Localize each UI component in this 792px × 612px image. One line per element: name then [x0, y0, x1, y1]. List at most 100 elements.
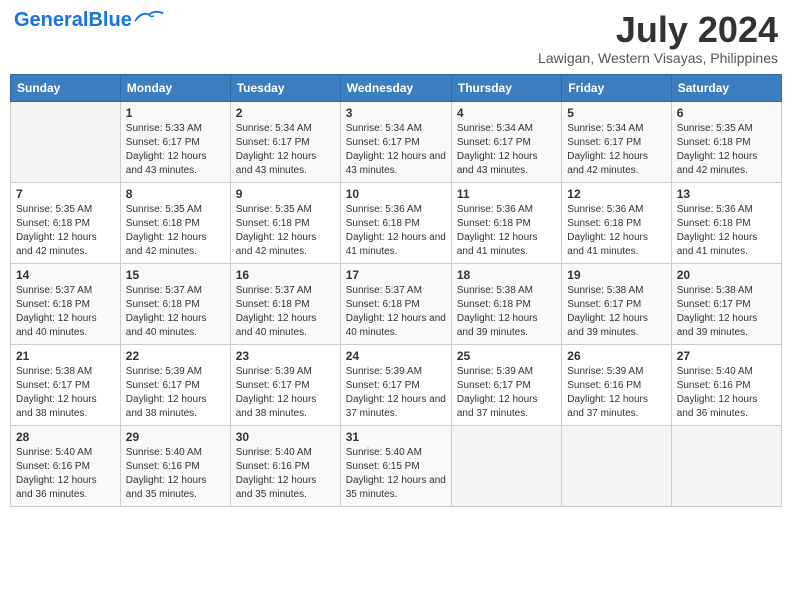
calendar-cell: 9 Sunrise: 5:35 AMSunset: 6:18 PMDaylight… [230, 182, 340, 263]
day-number: 23 [236, 349, 335, 363]
calendar-cell: 24 Sunrise: 5:39 AMSunset: 6:17 PMDayligh… [340, 344, 451, 425]
day-number: 3 [346, 106, 446, 120]
day-info: Sunrise: 5:38 AMSunset: 6:17 PMDaylight:… [677, 284, 776, 340]
calendar-cell: 23Sunrise: 5:39 AMSunset: 6:17 PMDayligh… [230, 344, 340, 425]
calendar-cell: 1 Sunrise: 5:33 AMSunset: 6:17 PMDaylight… [120, 101, 230, 182]
calendar-cell [562, 425, 671, 506]
day-info: Sunrise: 5:35 AMSunset: 6:18 PMDaylight:… [126, 203, 225, 259]
weekday-header-thursday: Thursday [451, 74, 561, 101]
day-info: Sunrise: 5:36 AMSunset: 6:18 PMDaylight:… [567, 203, 665, 259]
calendar-cell: 22Sunrise: 5:39 AMSunset: 6:17 PMDayligh… [120, 344, 230, 425]
calendar-week-row: 28 Sunrise: 5:40 AMSunset: 6:16 PMDayligh… [11, 425, 782, 506]
calendar-table: SundayMondayTuesdayWednesdayThursdayFrid… [10, 74, 782, 507]
weekday-header-saturday: Saturday [671, 74, 781, 101]
logo-bird-icon [134, 7, 164, 25]
calendar-cell [11, 101, 121, 182]
day-number: 27 [677, 349, 776, 363]
calendar-cell: 29Sunrise: 5:40 AMSunset: 6:16 PMDayligh… [120, 425, 230, 506]
day-number: 15 [126, 268, 225, 282]
day-info: Sunrise: 5:36 AMSunset: 6:18 PMDaylight:… [457, 203, 556, 259]
day-info: Sunrise: 5:40 AMSunset: 6:15 PMDaylight:… [346, 446, 446, 502]
calendar-cell: 5 Sunrise: 5:34 AMSunset: 6:17 PMDaylight… [562, 101, 671, 182]
day-info: Sunrise: 5:34 AMSunset: 6:17 PMDaylight:… [236, 122, 335, 178]
title-section: July 2024 Lawigan, Western Visayas, Phil… [538, 10, 778, 66]
calendar-cell: 28 Sunrise: 5:40 AMSunset: 6:16 PMDayligh… [11, 425, 121, 506]
day-info: Sunrise: 5:37 AMSunset: 6:18 PMDaylight:… [346, 284, 446, 340]
calendar-cell: 31 Sunrise: 5:40 AMSunset: 6:15 PMDayligh… [340, 425, 451, 506]
calendar-cell: 2 Sunrise: 5:34 AMSunset: 6:17 PMDaylight… [230, 101, 340, 182]
day-number: 25 [457, 349, 556, 363]
day-number: 13 [677, 187, 776, 201]
day-info: Sunrise: 5:34 AMSunset: 6:17 PMDaylight:… [346, 122, 446, 178]
day-number: 20 [677, 268, 776, 282]
calendar-cell: 19 Sunrise: 5:38 AMSunset: 6:17 PMDayligh… [562, 263, 671, 344]
weekday-header-sunday: Sunday [11, 74, 121, 101]
day-info: Sunrise: 5:40 AMSunset: 6:16 PMDaylight:… [16, 446, 115, 502]
page-header: GeneralBlue July 2024 Lawigan, Western V… [10, 10, 782, 66]
day-info: Sunrise: 5:34 AMSunset: 6:17 PMDaylight:… [457, 122, 556, 178]
day-number: 8 [126, 187, 225, 201]
day-info: Sunrise: 5:35 AMSunset: 6:18 PMDaylight:… [16, 203, 115, 259]
day-number: 2 [236, 106, 335, 120]
calendar-cell: 17 Sunrise: 5:37 AMSunset: 6:18 PMDayligh… [340, 263, 451, 344]
calendar-week-row: 1 Sunrise: 5:33 AMSunset: 6:17 PMDaylight… [11, 101, 782, 182]
calendar-cell: 21 Sunrise: 5:38 AMSunset: 6:17 PMDayligh… [11, 344, 121, 425]
calendar-cell: 26 Sunrise: 5:39 AMSunset: 6:16 PMDayligh… [562, 344, 671, 425]
day-number: 9 [236, 187, 335, 201]
day-number: 26 [567, 349, 665, 363]
day-number: 31 [346, 430, 446, 444]
calendar-cell [451, 425, 561, 506]
weekday-header-tuesday: Tuesday [230, 74, 340, 101]
day-number: 28 [16, 430, 115, 444]
weekday-header-wednesday: Wednesday [340, 74, 451, 101]
calendar-week-row: 21 Sunrise: 5:38 AMSunset: 6:17 PMDayligh… [11, 344, 782, 425]
calendar-cell: 10Sunrise: 5:36 AMSunset: 6:18 PMDayligh… [340, 182, 451, 263]
calendar-cell: 11 Sunrise: 5:36 AMSunset: 6:18 PMDayligh… [451, 182, 561, 263]
day-info: Sunrise: 5:39 AMSunset: 6:17 PMDaylight:… [346, 365, 446, 421]
day-info: Sunrise: 5:36 AMSunset: 6:18 PMDaylight:… [677, 203, 776, 259]
day-number: 11 [457, 187, 556, 201]
calendar-cell: 18Sunrise: 5:38 AMSunset: 6:18 PMDayligh… [451, 263, 561, 344]
day-info: Sunrise: 5:33 AMSunset: 6:17 PMDaylight:… [126, 122, 225, 178]
logo: GeneralBlue [14, 10, 164, 30]
calendar-cell: 7 Sunrise: 5:35 AMSunset: 6:18 PMDaylight… [11, 182, 121, 263]
day-info: Sunrise: 5:35 AMSunset: 6:18 PMDaylight:… [677, 122, 776, 178]
calendar-cell: 12Sunrise: 5:36 AMSunset: 6:18 PMDayligh… [562, 182, 671, 263]
calendar-cell: 3 Sunrise: 5:34 AMSunset: 6:17 PMDaylight… [340, 101, 451, 182]
day-number: 1 [126, 106, 225, 120]
day-number: 24 [346, 349, 446, 363]
day-info: Sunrise: 5:39 AMSunset: 6:16 PMDaylight:… [567, 365, 665, 421]
day-info: Sunrise: 5:38 AMSunset: 6:17 PMDaylight:… [567, 284, 665, 340]
calendar-cell: 4 Sunrise: 5:34 AMSunset: 6:17 PMDaylight… [451, 101, 561, 182]
day-number: 14 [16, 268, 115, 282]
calendar-cell [671, 425, 781, 506]
day-number: 7 [16, 187, 115, 201]
calendar-cell: 20 Sunrise: 5:38 AMSunset: 6:17 PMDayligh… [671, 263, 781, 344]
weekday-header-monday: Monday [120, 74, 230, 101]
day-info: Sunrise: 5:36 AMSunset: 6:18 PMDaylight:… [346, 203, 446, 259]
day-info: Sunrise: 5:37 AMSunset: 6:18 PMDaylight:… [16, 284, 115, 340]
day-info: Sunrise: 5:40 AMSunset: 6:16 PMDaylight:… [126, 446, 225, 502]
day-number: 19 [567, 268, 665, 282]
day-number: 5 [567, 106, 665, 120]
day-info: Sunrise: 5:38 AMSunset: 6:17 PMDaylight:… [16, 365, 115, 421]
day-info: Sunrise: 5:34 AMSunset: 6:17 PMDaylight:… [567, 122, 665, 178]
calendar-cell: 6Sunrise: 5:35 AMSunset: 6:18 PMDaylight… [671, 101, 781, 182]
calendar-cell: 8 Sunrise: 5:35 AMSunset: 6:18 PMDaylight… [120, 182, 230, 263]
day-info: Sunrise: 5:37 AMSunset: 6:18 PMDaylight:… [126, 284, 225, 340]
day-number: 22 [126, 349, 225, 363]
calendar-cell: 13 Sunrise: 5:36 AMSunset: 6:18 PMDayligh… [671, 182, 781, 263]
day-number: 4 [457, 106, 556, 120]
day-number: 17 [346, 268, 446, 282]
day-number: 30 [236, 430, 335, 444]
day-number: 21 [16, 349, 115, 363]
weekday-header-row: SundayMondayTuesdayWednesdayThursdayFrid… [11, 74, 782, 101]
day-number: 18 [457, 268, 556, 282]
calendar-cell: 30Sunrise: 5:40 AMSunset: 6:16 PMDayligh… [230, 425, 340, 506]
day-info: Sunrise: 5:35 AMSunset: 6:18 PMDaylight:… [236, 203, 335, 259]
day-info: Sunrise: 5:39 AMSunset: 6:17 PMDaylight:… [457, 365, 556, 421]
day-number: 16 [236, 268, 335, 282]
calendar-week-row: 7 Sunrise: 5:35 AMSunset: 6:18 PMDaylight… [11, 182, 782, 263]
day-info: Sunrise: 5:40 AMSunset: 6:16 PMDaylight:… [677, 365, 776, 421]
logo-text: GeneralBlue [14, 10, 132, 30]
